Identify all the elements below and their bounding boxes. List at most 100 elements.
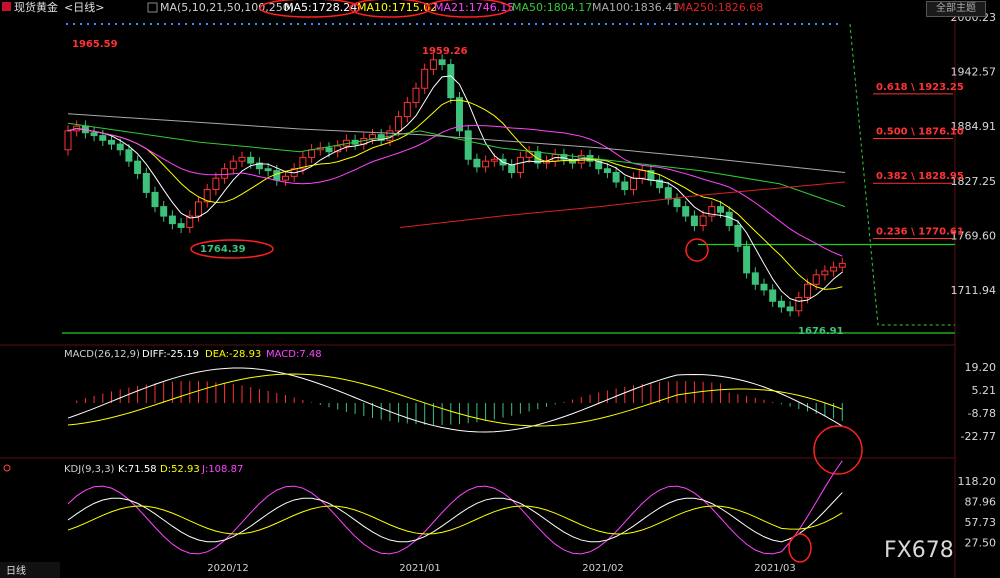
candle-up bbox=[482, 160, 490, 168]
candle-up bbox=[64, 130, 72, 151]
date-tick-label: 2021/01 bbox=[399, 563, 441, 574]
candle-down bbox=[769, 289, 777, 302]
candle-up bbox=[229, 160, 237, 170]
candle-down bbox=[603, 168, 611, 174]
macd-tick-label: 19.20 bbox=[965, 361, 997, 374]
candle-down bbox=[447, 64, 455, 99]
kdj-tick-label: 87.96 bbox=[965, 496, 997, 509]
kdj-d: D:52.93 bbox=[160, 464, 200, 475]
candle-down bbox=[134, 160, 142, 174]
fib-label: 0.382 \ 1828.95 bbox=[876, 171, 964, 182]
candle-up bbox=[282, 175, 289, 181]
candle-up bbox=[638, 170, 646, 179]
price-tick-label: 1711.94 bbox=[951, 284, 997, 297]
candle-up bbox=[221, 168, 229, 179]
candle-down bbox=[786, 306, 794, 312]
price-tick-label: 1942.57 bbox=[951, 66, 997, 79]
fib-label: 0.500 \ 1876.10 bbox=[876, 127, 964, 138]
period-label[interactable]: <日线> bbox=[64, 0, 104, 14]
kdj-title: KDJ(9,3,3) bbox=[64, 464, 115, 475]
ma100-value: MA100:1836.41 bbox=[592, 1, 679, 14]
candle-up bbox=[421, 68, 429, 89]
candle-up bbox=[429, 59, 437, 70]
candle-down bbox=[473, 158, 481, 168]
macd-tick-label: -8.78 bbox=[968, 407, 996, 420]
candle-down bbox=[90, 132, 98, 137]
ma5-value: MA5:1728.24 bbox=[284, 1, 357, 14]
candle-up bbox=[516, 156, 524, 174]
symbol-name: 现货黄金 bbox=[14, 0, 58, 14]
candle-down bbox=[743, 245, 751, 274]
date-tick-label: 2020/12 bbox=[207, 563, 249, 574]
kdj-tick-label: 57.73 bbox=[965, 516, 997, 529]
candle-down bbox=[464, 130, 472, 160]
candle-up bbox=[630, 177, 637, 191]
kdj-k: K:71.58 bbox=[118, 464, 157, 475]
menu-icon[interactable] bbox=[2, 2, 11, 11]
candle-down bbox=[264, 168, 272, 172]
kdj-j: J:108.87 bbox=[201, 464, 243, 475]
candle-up bbox=[804, 283, 811, 299]
candle-down bbox=[116, 143, 124, 151]
candle-up bbox=[821, 270, 829, 276]
kdj-tick-label: 27.50 bbox=[965, 537, 997, 550]
candle-up bbox=[699, 215, 707, 227]
ma50-value: MA50:1804.17 bbox=[512, 1, 592, 14]
candle-down bbox=[725, 211, 733, 227]
candle-down bbox=[325, 147, 333, 153]
candle-up bbox=[412, 87, 420, 103]
candle-down bbox=[142, 172, 150, 193]
candle-down bbox=[777, 300, 785, 308]
candle-down bbox=[247, 156, 255, 164]
candle-down bbox=[151, 191, 159, 208]
date-tick-label: 2021/03 bbox=[754, 563, 796, 574]
macd-dea: DEA:-28.93 bbox=[205, 349, 261, 360]
candle-up bbox=[812, 274, 820, 285]
macd-tick-label: 5.21 bbox=[972, 384, 997, 397]
candle-down bbox=[168, 215, 176, 225]
fib-label: 0.618 \ 1923.25 bbox=[876, 82, 964, 93]
candle-down bbox=[673, 198, 681, 208]
macd-title: MACD(26,12,9) bbox=[64, 349, 140, 360]
candle-down bbox=[438, 59, 446, 66]
candle-up bbox=[212, 177, 220, 191]
candle-down bbox=[508, 164, 516, 174]
gold-daily-chart: 现货黄金 <日线> MA(5,10,21,50,100,250) MA5:172… bbox=[0, 0, 1000, 578]
candle-down bbox=[177, 223, 185, 228]
candle-down bbox=[690, 215, 698, 227]
candle-down bbox=[99, 135, 107, 141]
candle-down bbox=[682, 206, 690, 217]
candle-up bbox=[238, 156, 246, 162]
theme-button[interactable]: 全部主题 bbox=[926, 1, 986, 17]
date-tick-label: 2021/02 bbox=[582, 563, 624, 574]
candle-up bbox=[369, 134, 376, 139]
macd-tick-label: -22.77 bbox=[961, 430, 996, 443]
candle-down bbox=[760, 283, 768, 291]
candle-up bbox=[490, 158, 498, 162]
price-annotation: 1959.26 bbox=[422, 46, 468, 57]
candle-down bbox=[717, 206, 724, 213]
price-annotation: 1965.59 bbox=[72, 39, 118, 50]
price-annotation: 1676.91 bbox=[798, 326, 844, 337]
kdj-tick-label: 118.20 bbox=[958, 475, 997, 488]
macd-diff: DIFF:-25.19 bbox=[142, 349, 199, 360]
ma250-value: MA250:1826.68 bbox=[676, 1, 763, 14]
candle-down bbox=[273, 170, 281, 181]
candle-down bbox=[751, 272, 759, 285]
candle-up bbox=[308, 149, 316, 158]
fib-label: 0.236 \ 1770.61 bbox=[876, 226, 964, 237]
price-annotation: 1764.39 bbox=[200, 244, 246, 255]
watermark: FX678 bbox=[884, 538, 954, 563]
candle-up bbox=[795, 297, 803, 312]
candle-down bbox=[160, 206, 168, 217]
candle-up bbox=[830, 266, 838, 272]
ma-title: MA(5,10,21,50,100,250) bbox=[160, 1, 294, 14]
candle-down bbox=[734, 225, 742, 247]
candle-up bbox=[838, 262, 846, 268]
candle-down bbox=[125, 149, 133, 162]
macd-value: MACD:7.48 bbox=[266, 349, 322, 360]
candle-up bbox=[403, 101, 411, 118]
tab-daily[interactable]: 日线 bbox=[6, 564, 26, 577]
candle-down bbox=[664, 187, 672, 200]
candle-down bbox=[108, 139, 115, 145]
